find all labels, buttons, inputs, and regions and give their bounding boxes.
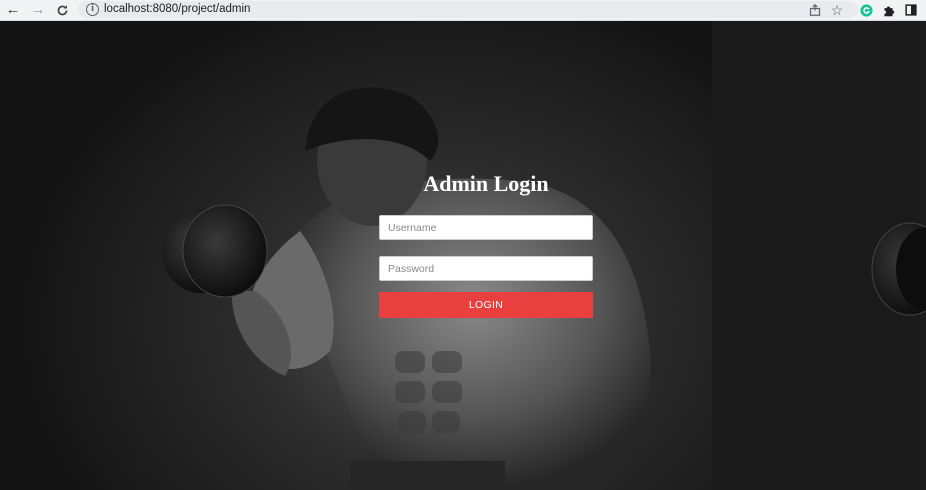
username-input[interactable]	[379, 215, 593, 240]
grammarly-icon[interactable]	[857, 1, 875, 19]
url-text: localhost:8080/project/admin	[104, 3, 251, 15]
password-input[interactable]	[379, 256, 593, 281]
browser-toolbar: ← → i localhost:8080/project/admin ☆	[0, 0, 926, 21]
back-icon[interactable]: ←	[4, 1, 22, 19]
forward-icon[interactable]: →	[29, 1, 47, 19]
admin-page: Admin Login LOGIN	[0, 21, 926, 490]
login-title: Admin Login	[423, 171, 549, 196]
address-bar[interactable]: i localhost:8080/project/admin	[78, 1, 858, 18]
info-icon[interactable]: i	[86, 3, 99, 16]
reload-icon[interactable]	[53, 1, 71, 19]
extensions-icon[interactable]	[879, 1, 897, 19]
star-icon[interactable]: ☆	[828, 1, 846, 19]
login-button[interactable]: LOGIN	[379, 292, 593, 318]
side-panel-icon[interactable]	[902, 1, 920, 19]
share-icon[interactable]	[806, 1, 824, 19]
